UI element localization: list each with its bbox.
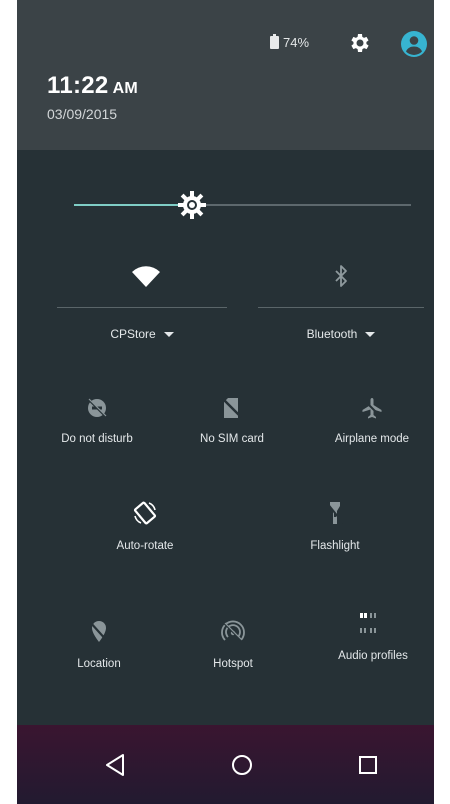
tile-location[interactable]: Location [47, 620, 151, 670]
quick-settings-header: 74% 11:22 AM 03/09/2015 [17, 0, 434, 150]
navigation-bar [17, 725, 434, 804]
tile-label: Auto-rotate [116, 540, 174, 552]
bluetooth-dropdown[interactable]: Bluetooth [258, 327, 424, 341]
airplane-icon [362, 398, 382, 419]
audio-profiles-icon [360, 613, 376, 633]
do-not-disturb-icon [87, 398, 107, 418]
tile-label: Flashlight [310, 540, 360, 552]
tile-label: No SIM card [200, 433, 264, 445]
no-sim-icon [222, 398, 242, 418]
tile-airplane-mode[interactable]: Airplane mode [317, 397, 427, 445]
settings-icon[interactable] [347, 31, 371, 55]
location-icon [89, 621, 109, 643]
tile-hotspot[interactable]: Hotspot [181, 620, 285, 670]
tile-do-not-disturb[interactable]: Do not disturb [45, 397, 149, 445]
recents-icon[interactable] [348, 745, 388, 785]
tile-label: Airplane mode [334, 433, 410, 445]
hotspot-icon [221, 620, 245, 642]
chevron-down-icon [365, 332, 376, 338]
clock-ampm: AM [112, 80, 139, 97]
tile-no-sim[interactable]: No SIM card [180, 397, 284, 445]
clock: 11:22 AM [47, 72, 138, 100]
battery-icon [270, 34, 279, 49]
auto-rotate-icon [133, 501, 157, 525]
battery-percentage: 74% [283, 35, 310, 50]
device-screen: 74% 11:22 AM 03/09/2015 CPStore Bluetoot… [17, 0, 434, 804]
clock-time: 11:22 [47, 72, 109, 99]
tile-auto-rotate[interactable]: Auto-rotate [93, 500, 197, 552]
tile-flashlight[interactable]: Flashlight [283, 500, 387, 552]
bluetooth-divider [258, 307, 424, 308]
tile-label: Hotspot [213, 658, 253, 670]
account-icon[interactable] [400, 30, 428, 58]
tile-audio-profiles[interactable]: Audio profiles [317, 610, 429, 662]
wifi-divider [57, 307, 227, 308]
bluetooth-icon[interactable] [333, 264, 349, 288]
tile-label: Do not disturb [61, 433, 133, 445]
home-icon[interactable] [222, 745, 262, 785]
brightness-slider-thumb[interactable] [177, 190, 207, 220]
tile-label: Audio profiles [338, 650, 408, 662]
wifi-dropdown[interactable]: CPStore [57, 327, 227, 341]
chevron-down-icon [163, 332, 174, 338]
tile-label: Location [77, 658, 121, 670]
flashlight-icon [326, 502, 344, 524]
bluetooth-label: Bluetooth [306, 327, 358, 341]
wifi-network-label: CPStore [110, 327, 156, 341]
date: 03/09/2015 [47, 106, 118, 122]
brightness-slider-fill [74, 204, 192, 206]
back-icon[interactable] [96, 745, 136, 785]
wifi-icon[interactable] [131, 266, 161, 288]
